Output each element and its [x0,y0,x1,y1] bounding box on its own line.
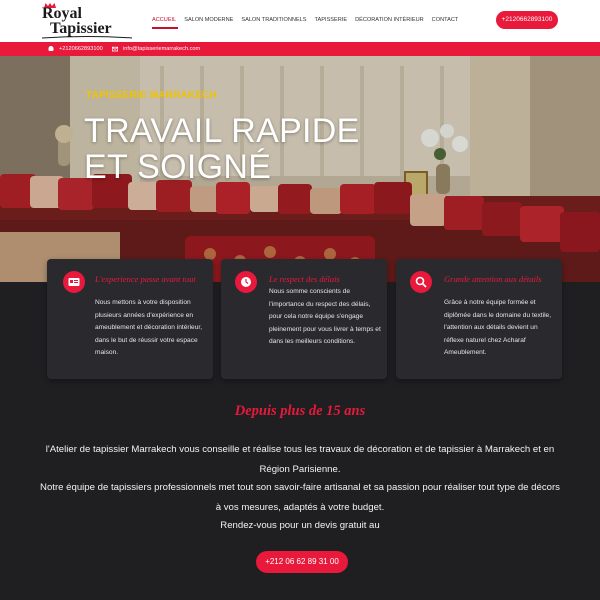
nav-tapisserie[interactable]: Tapisserie [311,14,352,28]
call-phone-button[interactable]: +212 06 62 89 31 00 [256,551,348,573]
feature-card-experience: L'experience passe avant tout Nous metto… [47,259,213,379]
topbar-phone-text: +2120662893100 [59,46,103,52]
header-phone-button[interactable]: +2120662893100 [496,11,558,29]
topbar-phone[interactable]: +2120662893100 [48,42,103,56]
search-icon [415,276,427,288]
feature-badge [410,271,432,293]
active-nav-underline [152,27,178,29]
topbar-email-text: info@tapisseriemarrakech.com [123,46,201,52]
feature-badge [235,271,257,293]
royal-tapissier-logo[interactable]: Royal Tapissier [42,3,134,39]
nav-salon-moderne[interactable]: Salon moderne [180,14,237,28]
about-paragraph-1: l'Atelier de tapissier Marrakech vous co… [45,444,555,475]
contact-topbar: +2120662893100 info@tapisseriemarrakech.… [0,42,600,56]
feature-title: Le respect des délais [269,274,340,284]
nav-accueil[interactable]: Accueil [148,14,180,28]
hero-eyebrow: TAPISSERIE MARRAKECH [86,90,218,101]
feature-title: L'experience passe avant tout [95,274,196,284]
id-card-icon [68,278,80,286]
nav-salon-traditionnels[interactable]: Salon traditionnels [237,14,310,28]
about-paragraph-3: Rendez-vous pour un devis gratuit au [220,520,380,531]
phone-icon [48,46,54,51]
feature-card-details: Grande attention aux détails Grâce à not… [396,259,562,379]
about-title: Depuis plus de 15 ans [234,403,366,419]
envelope-icon [112,46,118,52]
hero-banner: TAPISSERIE MARRAKECH TRAVAIL RAPIDE ET S… [0,56,600,282]
nav-decoration-interieur[interactable]: Décoration intérieur [351,14,428,28]
hero-title: TRAVAIL RAPIDE ET SOIGNÉ [84,112,360,186]
topbar-email[interactable]: info@tapisseriemarrakech.com [112,42,200,56]
about-paragraph-2: Notre équipe de tapissiers professionnel… [40,482,560,513]
feature-badge [63,271,85,293]
nav-contact[interactable]: Contact [428,14,463,28]
logo-line2: Tapissier [50,20,112,37]
feature-card-delais: Le respect des délais Nous somme conscie… [221,259,387,379]
site-header: Royal Tapissier Accueil Salon moderne Sa… [0,0,600,42]
logo-swash [42,36,132,39]
feature-text: Nous somme conscients de l'importance du… [269,288,381,345]
clock-icon [241,277,251,287]
main-nav: Accueil Salon moderne Salon traditionnel… [148,14,463,29]
feature-title: Grande attention aux détails [444,274,542,284]
feature-text: Grâce à notre équipe formée et diplômée … [444,299,552,356]
feature-text: Nous mettons à votre disposition plusieu… [95,299,203,356]
